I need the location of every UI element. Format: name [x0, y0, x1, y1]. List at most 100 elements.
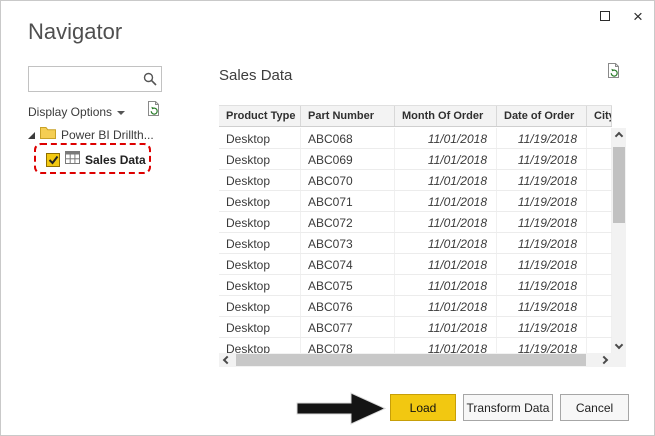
preview-title: Sales Data [219, 67, 293, 84]
table-cell: 11/19/2018 [497, 149, 587, 169]
table-cell: 11/19/2018 [497, 317, 587, 337]
column-header[interactable]: City [587, 106, 612, 126]
preview-table-header: Product Type Part Number Month Of Order Dat… [219, 105, 612, 127]
close-button[interactable]: × [629, 7, 647, 25]
column-header[interactable]: Part Number [301, 106, 395, 126]
vertical-scroll-thumb[interactable] [613, 147, 625, 223]
tree-item-sales-data[interactable]: Sales Data [46, 149, 146, 170]
table-cell: 11/01/2018 [395, 170, 497, 190]
scroll-left-icon[interactable] [219, 353, 235, 367]
table-row[interactable]: Desktop ABC069 11/01/2018 11/19/2018 [219, 149, 612, 170]
table-cell: Desktop [219, 338, 301, 353]
chevron-down-icon [117, 111, 126, 115]
table-cell: Desktop [219, 317, 301, 337]
table-cell: 11/01/2018 [395, 254, 497, 274]
table-cell: Desktop [219, 275, 301, 295]
table-row[interactable]: Desktop ABC076 11/01/2018 11/19/2018 [219, 296, 612, 317]
table-cell: ABC072 [301, 212, 395, 232]
table-cell: 11/01/2018 [395, 275, 497, 295]
table-cell: ABC073 [301, 233, 395, 253]
sales-data-checkbox[interactable] [46, 152, 60, 167]
table-cell: ABC071 [301, 191, 395, 211]
close-icon: × [633, 6, 643, 26]
table-cell: 11/19/2018 [497, 233, 587, 253]
table-cell: 11/01/2018 [395, 233, 497, 253]
navigator-dialog: Navigator × Display Options Power BI Dri… [0, 0, 655, 436]
horizontal-scrollbar[interactable] [219, 353, 612, 367]
display-options-dropdown[interactable]: Display Options [28, 103, 126, 121]
cancel-button[interactable]: Cancel [560, 394, 629, 421]
table-row[interactable]: Desktop ABC073 11/01/2018 11/19/2018 [219, 233, 612, 254]
table-cell: 11/01/2018 [395, 338, 497, 353]
refresh-preview-icon[interactable] [145, 100, 162, 122]
column-header[interactable]: Month Of Order [395, 106, 497, 126]
annotation-arrow [296, 392, 387, 425]
preview-table-body: Desktop ABC068 11/01/2018 11/19/2018 Desktop… [219, 128, 612, 353]
table-row[interactable]: Desktop ABC072 11/01/2018 11/19/2018 [219, 212, 612, 233]
table-cell: Desktop [219, 191, 301, 211]
table-cell: ABC077 [301, 317, 395, 337]
table-cell: 11/19/2018 [497, 338, 587, 353]
table-row[interactable]: Desktop ABC071 11/01/2018 11/19/2018 [219, 191, 612, 212]
table-cell: 11/19/2018 [497, 170, 587, 190]
table-row[interactable]: Desktop ABC070 11/01/2018 11/19/2018 [219, 170, 612, 191]
table-cell [587, 128, 612, 148]
table-cell [587, 254, 612, 274]
table-cell: Desktop [219, 254, 301, 274]
display-options-label: Display Options [28, 105, 113, 119]
scroll-right-icon[interactable] [596, 353, 612, 367]
table-row[interactable]: Desktop ABC074 11/01/2018 11/19/2018 [219, 254, 612, 275]
table-cell: 11/01/2018 [395, 149, 497, 169]
table-row[interactable]: Desktop ABC075 11/01/2018 11/19/2018 [219, 275, 612, 296]
tree-folder-power-bi[interactable]: Power BI Drillth... [28, 125, 154, 145]
table-cell [587, 191, 612, 211]
folder-icon [40, 126, 56, 144]
table-cell: Desktop [219, 149, 301, 169]
load-button[interactable]: Load [390, 394, 456, 421]
scroll-down-icon[interactable] [612, 337, 626, 353]
table-cell [587, 212, 612, 232]
table-cell: Desktop [219, 233, 301, 253]
table-cell: Desktop [219, 296, 301, 316]
table-row[interactable]: Desktop ABC068 11/01/2018 11/19/2018 [219, 128, 612, 149]
table-cell: 11/01/2018 [395, 128, 497, 148]
table-row[interactable]: Desktop ABC077 11/01/2018 11/19/2018 [219, 317, 612, 338]
table-cell: ABC074 [301, 254, 395, 274]
table-cell: Desktop [219, 170, 301, 190]
table-cell: 11/01/2018 [395, 191, 497, 211]
tree-expander-icon[interactable] [28, 131, 35, 139]
table-cell [587, 296, 612, 316]
table-cell: 11/19/2018 [497, 212, 587, 232]
column-header[interactable]: Date of Order [497, 106, 587, 126]
vertical-scrollbar[interactable] [612, 128, 626, 353]
tree-folder-label: Power BI Drillth... [61, 128, 154, 142]
table-cell: Desktop [219, 128, 301, 148]
maximize-icon [600, 11, 610, 21]
table-row[interactable]: Desktop ABC078 11/01/2018 11/19/2018 [219, 338, 612, 353]
table-cell: ABC076 [301, 296, 395, 316]
table-cell [587, 170, 612, 190]
scroll-up-icon[interactable] [612, 128, 626, 144]
table-cell: ABC070 [301, 170, 395, 190]
column-header[interactable]: Product Type [219, 106, 301, 126]
table-cell: 11/01/2018 [395, 212, 497, 232]
refresh-preview-icon[interactable] [605, 62, 622, 84]
table-cell: ABC068 [301, 128, 395, 148]
table-cell: ABC075 [301, 275, 395, 295]
table-icon [65, 150, 80, 169]
search-input[interactable] [33, 69, 137, 89]
horizontal-scroll-thumb[interactable] [236, 354, 586, 366]
table-cell: 11/01/2018 [395, 317, 497, 337]
scrollbar-corner [612, 353, 626, 367]
search-icon[interactable] [143, 72, 157, 91]
table-cell [587, 338, 612, 353]
table-cell: 11/19/2018 [497, 296, 587, 316]
table-cell: 11/19/2018 [497, 191, 587, 211]
transform-data-button[interactable]: Transform Data [463, 394, 553, 421]
page-title: Navigator [28, 19, 123, 44]
maximize-button[interactable] [596, 7, 614, 25]
table-cell: Desktop [219, 212, 301, 232]
table-cell [587, 149, 612, 169]
tree-item-label: Sales Data [85, 152, 146, 167]
table-cell [587, 317, 612, 337]
